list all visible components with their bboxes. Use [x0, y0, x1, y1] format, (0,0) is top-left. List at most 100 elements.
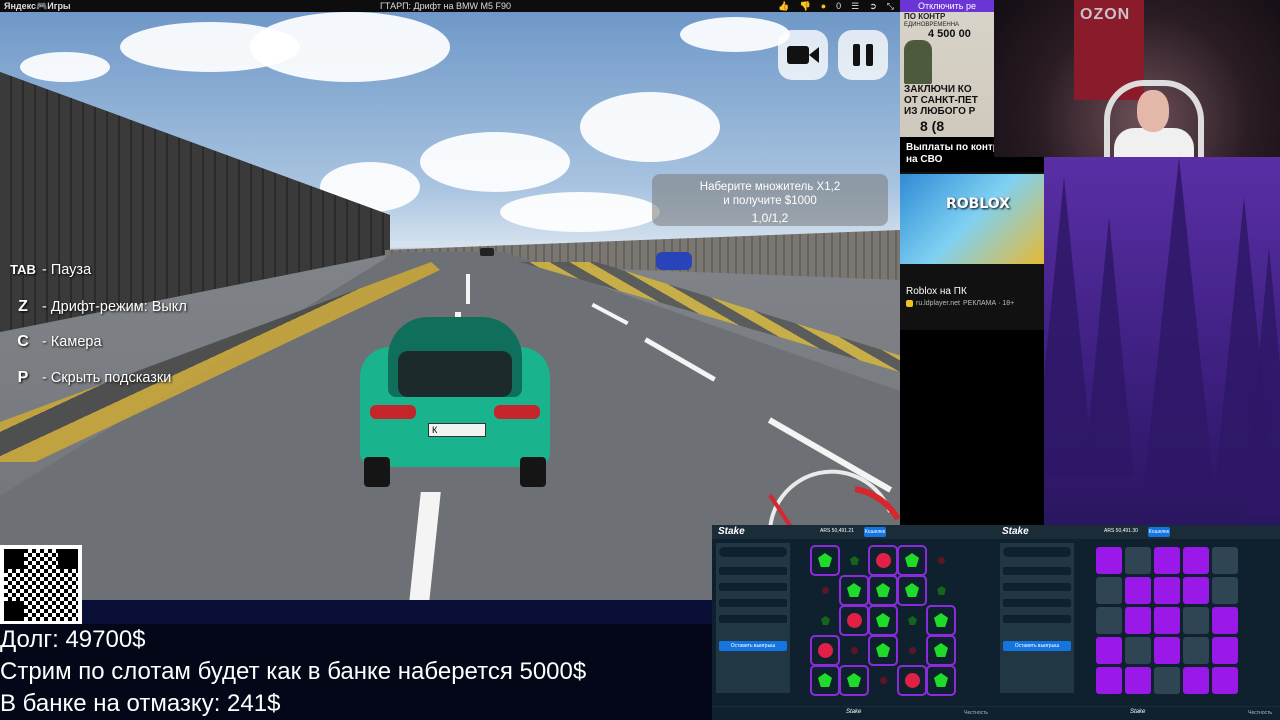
mine-tile-gem[interactable] [868, 605, 898, 636]
tree [1084, 217, 1134, 477]
ad-banner-roblox[interactable]: ROBLOX Roblox на ПК ru.ldplayer.net РЕКЛ… [900, 172, 1044, 330]
wallet-button[interactable]: Кошелек [1148, 527, 1170, 537]
mine-tile-bomb[interactable] [868, 545, 898, 576]
fairness-link[interactable]: Честность [1248, 710, 1272, 716]
mines-select[interactable] [1003, 583, 1071, 591]
mine-tile-gem[interactable] [897, 575, 927, 606]
camera-icon [787, 46, 819, 64]
mine-tile-gem-dim[interactable] [899, 607, 925, 634]
mine-tile-bomb-dim[interactable] [812, 577, 838, 604]
mine-tile-purple[interactable] [1096, 547, 1122, 574]
stake-balance[interactable]: ARS 50,491.21 [820, 528, 854, 534]
ad-sum: 4 500 00 [928, 28, 971, 40]
mine-tile-gem[interactable] [926, 605, 956, 636]
mine-tile-gem[interactable] [810, 665, 840, 696]
hint-key: P [17, 368, 29, 386]
stake-balance[interactable]: ARS 50,491.30 [1104, 528, 1138, 534]
mine-tile-gray[interactable] [1125, 637, 1151, 664]
pause-button[interactable] [838, 30, 888, 80]
mine-tile-gray[interactable] [1154, 667, 1180, 694]
mine-tile-bomb-dim[interactable] [870, 667, 896, 694]
roblox-ad-image: ROBLOX [900, 174, 1044, 264]
mine-tile-purple[interactable] [1183, 577, 1209, 604]
mine-tile-gray[interactable] [1183, 637, 1209, 664]
mine-tile-gray[interactable] [1212, 577, 1238, 604]
ad-banner-contract[interactable]: ПО КОНТР ЕДИНОВРЕМЕННА 4 500 00 ЗАКЛЮЧИ … [900, 12, 994, 172]
mine-tile-gem[interactable] [897, 545, 927, 576]
cashout-button[interactable]: Оставить выигрыш [1003, 641, 1071, 651]
mine-tile-bomb-dim[interactable] [899, 637, 925, 664]
stake-mines-panel-2[interactable]: Stake ARS 50,491.30 Кошелек Оставить выи… [996, 525, 1280, 720]
profit-field[interactable] [1003, 615, 1071, 623]
mine-tile-gem-dim[interactable] [928, 577, 954, 604]
menu-icon[interactable]: ☰ [851, 0, 859, 12]
mine-tile-gem[interactable] [868, 635, 898, 666]
mine-tile-bomb-dim[interactable] [928, 547, 954, 574]
fullscreen-icon[interactable]: ⤡ [887, 0, 894, 12]
stake-mines-panel-1[interactable]: Stake ARS 50,491.21 Кошелек Оставить выи… [712, 525, 996, 720]
mine-tile-purple[interactable] [1154, 547, 1180, 574]
stake-footer: Stake Честность [996, 706, 1280, 720]
mine-tile-bomb[interactable] [897, 665, 927, 696]
stake-logo[interactable]: Stake [1002, 526, 1029, 537]
mine-tile-bomb-dim[interactable] [841, 637, 867, 664]
bet-mode-tabs[interactable] [719, 547, 787, 557]
mines-board[interactable] [810, 545, 956, 696]
camera-button[interactable] [778, 30, 828, 80]
mine-tile-purple[interactable] [1154, 577, 1180, 604]
mine-tile-gem[interactable] [839, 575, 869, 606]
mine-tile-gem[interactable] [868, 575, 898, 606]
mine-tile-purple[interactable] [1212, 607, 1238, 634]
mine-tile-purple[interactable] [1096, 667, 1122, 694]
mine-tile-gem-dim[interactable] [812, 607, 838, 634]
mine-tile-gem[interactable] [839, 665, 869, 696]
mine-tile-purple[interactable] [1125, 577, 1151, 604]
hint-text: - Пауза [42, 262, 92, 278]
bet-mode-tabs[interactable] [1003, 547, 1071, 557]
mine-tile-gem[interactable] [926, 665, 956, 696]
mine-tile-purple[interactable] [1154, 637, 1180, 664]
game-viewport[interactable]: К Наберите множитель X1,2 и получите $10… [0, 12, 900, 600]
mine-tile-gray[interactable] [1125, 547, 1151, 574]
mission-panel: Наберите множитель X1,2 и получите $1000… [652, 174, 888, 226]
ad-domain: ru.ldplayer.net [916, 300, 960, 307]
debt-line: Долг: 49700$ [0, 626, 146, 653]
mine-tile-gem-dim[interactable] [841, 547, 867, 574]
mines-board[interactable] [1096, 547, 1238, 694]
exit-icon[interactable]: ➲ [869, 0, 877, 12]
bet-sidebar: Оставить выигрыш [1000, 543, 1074, 693]
topbar-icons: 👍 👎 ● 0 ☰ ➲ ⤡ [778, 0, 894, 12]
mine-tile-purple[interactable] [1212, 667, 1238, 694]
bet-amount-input[interactable] [1003, 567, 1071, 575]
mine-tile-purple[interactable] [1183, 547, 1209, 574]
mine-tile-gray[interactable] [1212, 547, 1238, 574]
game-title: ГТАРП: Дрифт на BMW M5 F90 [380, 1, 511, 11]
gems-field[interactable] [1003, 599, 1071, 607]
hint-key: TAB [10, 262, 36, 277]
mine-tile-purple[interactable] [1183, 667, 1209, 694]
thumbs-up-icon[interactable]: 👍 [778, 0, 789, 12]
mine-tile-purple[interactable] [1125, 607, 1151, 634]
mine-tile-purple[interactable] [1096, 637, 1122, 664]
mine-tile-gray[interactable] [1096, 577, 1122, 604]
mines-select[interactable] [719, 583, 787, 591]
mine-tile-gray[interactable] [1183, 607, 1209, 634]
mine-tile-bomb[interactable] [810, 635, 840, 666]
mine-tile-purple[interactable] [1212, 637, 1238, 664]
yandex-games-logo[interactable]: Яндекс🎮Игры [4, 0, 71, 12]
wallet-button[interactable]: Кошелек [864, 527, 886, 537]
mine-tile-gray[interactable] [1096, 607, 1122, 634]
bet-amount-input[interactable] [719, 567, 787, 575]
mine-tile-bomb[interactable] [839, 605, 869, 636]
mine-tile-gem[interactable] [926, 635, 956, 666]
mine-tile-purple[interactable] [1154, 607, 1180, 634]
cashout-button[interactable]: Оставить выигрыш [719, 641, 787, 651]
profit-field[interactable] [719, 615, 787, 623]
stake-logo[interactable]: Stake [718, 526, 745, 537]
gems-field[interactable] [719, 599, 787, 607]
thumbs-down-icon[interactable]: 👎 [800, 0, 811, 12]
mine-tile-purple[interactable] [1125, 667, 1151, 694]
mine-tile-gem[interactable] [810, 545, 840, 576]
fairness-link[interactable]: Честность [964, 710, 988, 716]
disable-ads-button[interactable]: Отключить ре [900, 0, 994, 12]
